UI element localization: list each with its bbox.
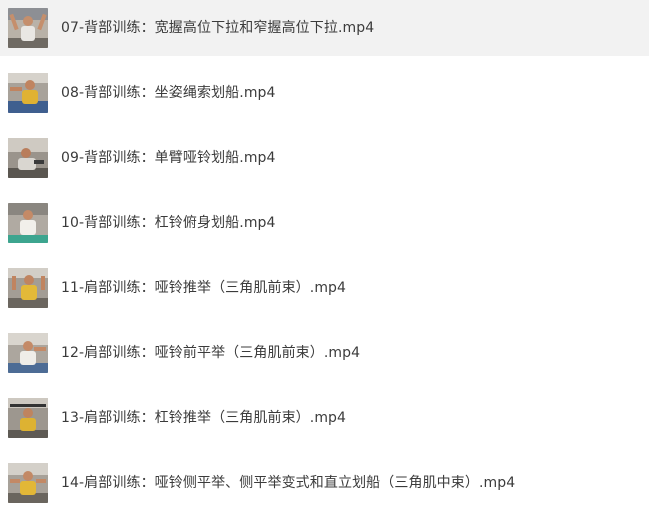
file-row[interactable]: 10-背部训练：杠铃俯身划船.mp4 bbox=[0, 195, 649, 251]
video-thumbnail bbox=[8, 138, 48, 178]
file-name: 09-背部训练：单臂哑铃划船.mp4 bbox=[61, 150, 276, 166]
file-name: 11-肩部训练：哑铃推举（三角肌前束）.mp4 bbox=[61, 280, 347, 296]
video-thumbnail bbox=[8, 398, 48, 438]
video-thumbnail bbox=[8, 333, 48, 373]
file-row[interactable]: 07-背部训练：宽握高位下拉和窄握高位下拉.mp4 bbox=[0, 0, 649, 56]
file-row[interactable]: 08-背部训练：坐姿绳索划船.mp4 bbox=[0, 65, 649, 121]
video-thumbnail bbox=[8, 203, 48, 243]
file-name: 14-肩部训练：哑铃侧平举、侧平举变式和直立划船（三角肌中束）.mp4 bbox=[61, 475, 516, 491]
file-row[interactable]: 14-肩部训练：哑铃侧平举、侧平举变式和直立划船（三角肌中束）.mp4 bbox=[0, 455, 649, 511]
file-row[interactable]: 12-肩部训练：哑铃前平举（三角肌前束）.mp4 bbox=[0, 325, 649, 381]
video-thumbnail bbox=[8, 268, 48, 308]
file-row[interactable]: 13-肩部训练：杠铃推举（三角肌前束）.mp4 bbox=[0, 390, 649, 446]
file-name: 12-肩部训练：哑铃前平举（三角肌前束）.mp4 bbox=[61, 345, 361, 361]
video-thumbnail bbox=[8, 8, 48, 48]
file-name: 10-背部训练：杠铃俯身划船.mp4 bbox=[61, 215, 276, 231]
file-name: 08-背部训练：坐姿绳索划船.mp4 bbox=[61, 85, 276, 101]
video-thumbnail bbox=[8, 463, 48, 503]
file-name: 13-肩部训练：杠铃推举（三角肌前束）.mp4 bbox=[61, 410, 347, 426]
file-name: 07-背部训练：宽握高位下拉和窄握高位下拉.mp4 bbox=[61, 20, 375, 36]
video-thumbnail bbox=[8, 73, 48, 113]
file-row[interactable]: 11-肩部训练：哑铃推举（三角肌前束）.mp4 bbox=[0, 260, 649, 316]
video-file-list: 07-背部训练：宽握高位下拉和窄握高位下拉.mp4 08-背部训练：坐姿绳索划船… bbox=[0, 0, 649, 514]
file-row[interactable]: 09-背部训练：单臂哑铃划船.mp4 bbox=[0, 130, 649, 186]
